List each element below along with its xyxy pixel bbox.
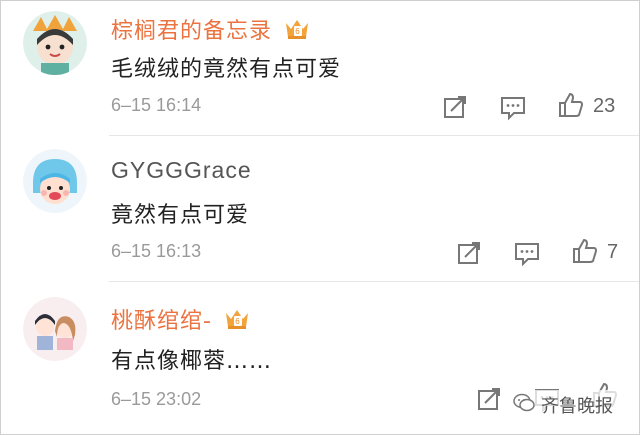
comment-text: 竟然有点可爱 bbox=[111, 203, 250, 228]
username[interactable]: GYGGGrace bbox=[111, 157, 252, 184]
repost-icon bbox=[458, 242, 480, 264]
avatar[interactable] bbox=[23, 149, 87, 213]
comment-button[interactable] bbox=[513, 239, 541, 267]
repost-button[interactable] bbox=[455, 239, 483, 267]
comment-timestamp: 6–15 16:13 bbox=[111, 241, 202, 261]
repost-button[interactable] bbox=[475, 385, 503, 413]
username-text[interactable]: 桃酥绾绾- bbox=[111, 309, 212, 334]
comment-timestamp: 6–15 16:14 bbox=[111, 95, 202, 115]
crown-badge-level: 6 bbox=[295, 27, 300, 36]
like-count: 23 bbox=[593, 95, 616, 117]
thumbs-up-icon bbox=[559, 92, 584, 117]
crown-badge-icon: 6 bbox=[224, 307, 250, 337]
comment-timestamp: 6–15 23:02 bbox=[111, 389, 202, 409]
comment-icon bbox=[501, 97, 525, 121]
like-count: 7 bbox=[607, 241, 619, 263]
thumbs-up-icon bbox=[573, 238, 598, 263]
comment-button[interactable] bbox=[499, 93, 527, 121]
watermark: 齐鲁晚报 bbox=[509, 390, 617, 420]
wechat-icon bbox=[513, 393, 535, 418]
avatar[interactable] bbox=[23, 11, 87, 75]
username[interactable]: 棕榈君的备忘录 6 bbox=[111, 13, 310, 47]
like-button[interactable] bbox=[557, 91, 585, 119]
username[interactable]: 桃酥绾绾- 6 bbox=[111, 303, 250, 337]
crown-badge-level: 6 bbox=[235, 317, 240, 326]
username-text[interactable]: GYGGGrace bbox=[111, 157, 252, 183]
repost-icon bbox=[444, 96, 466, 118]
repost-button[interactable] bbox=[441, 93, 469, 121]
comment-icon bbox=[515, 243, 539, 267]
repost-icon bbox=[478, 388, 500, 410]
divider bbox=[109, 281, 639, 282]
avatar[interactable] bbox=[23, 297, 87, 361]
crown-badge-icon: 6 bbox=[284, 17, 310, 47]
comment-text: 毛绒绒的竟然有点可爱 bbox=[111, 57, 342, 82]
comment-text: 有点像椰蓉…… bbox=[111, 349, 273, 374]
username-text[interactable]: 棕榈君的备忘录 bbox=[111, 19, 272, 44]
watermark-text: 齐鲁晚报 bbox=[541, 396, 613, 417]
like-button[interactable] bbox=[571, 237, 599, 265]
divider bbox=[109, 135, 639, 136]
